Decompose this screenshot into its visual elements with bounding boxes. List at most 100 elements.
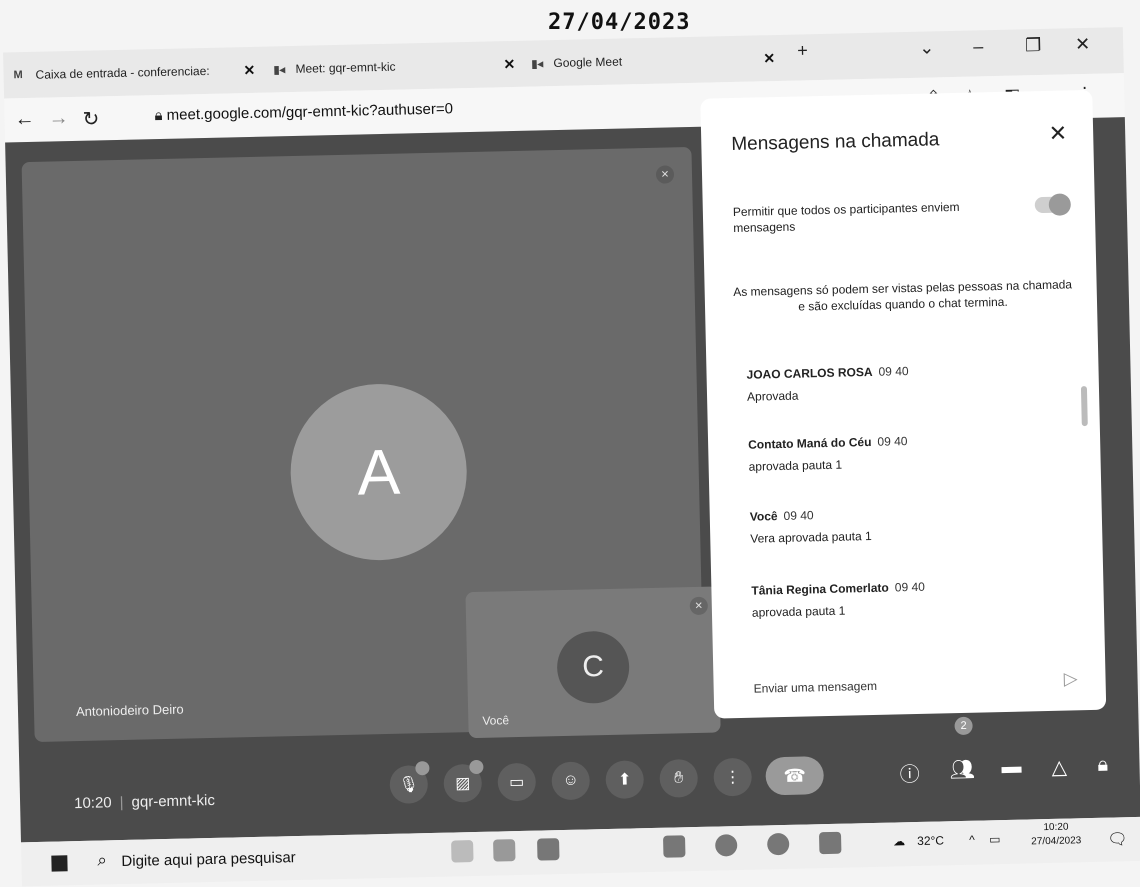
more-options-button[interactable]: ⋮ (713, 757, 753, 797)
tab-meet[interactable]: ▮◂ Meet: gqr-emnt-kic ✕ (273, 52, 515, 85)
close-icon[interactable]: ✕ (1075, 34, 1091, 55)
people-icon[interactable]: 👥︎ (949, 757, 975, 783)
message-text: Vera aprovada pauta 1 (750, 528, 872, 546)
clock-date: 27/04/2023 (1031, 835, 1082, 848)
chrome-icon[interactable] (766, 832, 790, 856)
weather-icon: ☁︎ (893, 834, 906, 849)
search-icon: ⌕ (97, 850, 108, 870)
chevron-up-icon[interactable]: ^ (969, 833, 975, 847)
edge-icon[interactable] (714, 834, 738, 857)
close-tab-icon[interactable]: ✕ (503, 55, 515, 72)
network-icon[interactable]: ▭ (989, 832, 1001, 846)
present-button[interactable]: ⬆ (605, 760, 645, 800)
meet-area: ✕ A Antoniodeiro Deiro ✕ C Você Mensagen… (5, 89, 1140, 843)
chat-message: JOAO CARLOS ROSA 09 40 Aprovada (746, 364, 909, 404)
tab-google-meet[interactable]: ▮◂ Google Meet ✕ (531, 46, 775, 78)
captions-icon: ▭ (509, 773, 525, 792)
mic-off-icon: ✕ (655, 165, 675, 184)
captions-button[interactable]: ▭ (497, 762, 537, 802)
phone-icon: ☎︎ (783, 765, 807, 786)
warning-badge (415, 761, 430, 776)
restore-icon[interactable]: ❐ (1025, 35, 1042, 56)
tab-label: Google Meet (553, 54, 623, 71)
meet-icon: ▮◂ (531, 58, 544, 71)
message-text: Aprovada (746, 388, 799, 404)
reload-icon[interactable]: ↻ (82, 106, 99, 131)
people-count-badge: 2 (954, 716, 973, 736)
chat-message: Contato Maná do Céu 09 40 aprovada pauta … (748, 434, 908, 474)
emoji-icon: ☺ (562, 771, 580, 790)
mic-off-icon: 🎙︎ (398, 776, 420, 794)
tab-label: Caixa de entrada - conferenciae: (35, 63, 210, 82)
message-text: aprovada pauta 1 (751, 603, 846, 620)
tab-label: Meet: gqr-emnt-kic (295, 59, 396, 76)
file-explorer-icon[interactable] (493, 839, 516, 862)
back-icon[interactable]: ← (14, 108, 35, 131)
task-view-icon[interactable] (451, 840, 474, 863)
participant-name: Antoniodeiro Deiro (75, 701, 184, 720)
participant-name: Você (482, 713, 510, 728)
chat-message: Você 09 40 Vera aprovada pauta 1 (749, 507, 872, 546)
camera-off-icon: ▨ (455, 775, 471, 793)
mic-button[interactable]: 🎙︎ (389, 761, 430, 804)
chat-message: Tânia Regina Comerlato 09 40 aprovada pau… (751, 580, 925, 620)
chat-info: As mensagens só podem ser vistas pelas p… (733, 277, 1073, 314)
activities-icon[interactable]: △ (1051, 755, 1067, 780)
meet-icon: ▮◂ (273, 64, 286, 77)
meeting-time: 10:20 (73, 794, 112, 813)
participant-tile-self: ✕ C Você (465, 586, 721, 739)
gmail-icon: M (13, 69, 23, 82)
message-sender: Tânia Regina Comerlato (751, 580, 889, 598)
hand-icon: ✋︎ (673, 769, 684, 787)
chevron-down-icon[interactable]: ⌄ (919, 37, 935, 58)
url-field[interactable]: 🔒︎ meet.google.com/gqr-emnt-kic?authuser… (154, 100, 453, 124)
present-icon: ⬆ (617, 771, 632, 789)
windows-icon[interactable] (51, 855, 68, 872)
warning-badge (469, 759, 484, 775)
chat-title: Mensagens na chamada (731, 129, 940, 156)
more-icon: ⋮ (724, 768, 741, 787)
close-icon[interactable]: ✕ (1048, 120, 1067, 146)
close-tab-icon[interactable]: ✕ (763, 50, 775, 67)
app-icon[interactable] (663, 835, 686, 858)
send-icon[interactable]: ▷ (1063, 668, 1077, 689)
message-time: 09 40 (894, 579, 925, 595)
message-sender: JOAO CARLOS ROSA (746, 364, 873, 382)
clock-time: 10:20 (1043, 821, 1069, 834)
notifications-icon[interactable]: 🗨︎ (1107, 829, 1128, 849)
temperature[interactable]: 32°C (917, 833, 944, 848)
host-controls-icon[interactable]: 🔒︎ (1097, 754, 1108, 777)
url-text: meet.google.com/gqr-emnt-kic?authuser=0 (166, 100, 454, 124)
avatar: C (556, 630, 630, 705)
message-input[interactable]: Enviar uma mensagem (754, 679, 878, 696)
hangup-button[interactable]: ☎︎ (765, 756, 825, 796)
forward-icon[interactable]: → (48, 107, 69, 130)
scrollbar[interactable] (1080, 386, 1088, 427)
separator: | (119, 793, 124, 812)
new-tab-icon[interactable]: + (797, 40, 808, 61)
app-icon[interactable] (537, 838, 560, 861)
lock-icon: 🔒︎ (154, 106, 167, 125)
message-time: 09 40 (878, 364, 909, 379)
tab-gmail[interactable]: M Caixa de entrada - conferenciae: ✕ (13, 56, 255, 90)
chat-icon[interactable]: ▬ (1001, 756, 1022, 779)
permission-toggle[interactable] (1034, 196, 1069, 214)
chat-panel: Mensagens na chamada ✕ Permitir que todo… (700, 89, 1107, 719)
taskbar-search[interactable]: Digite aqui para pesquisar (121, 849, 296, 870)
minimize-icon[interactable]: – (973, 36, 983, 57)
camera-button[interactable]: ▨ (443, 759, 484, 803)
word-icon[interactable] (818, 831, 842, 855)
message-text: aprovada pauta 1 (748, 457, 843, 474)
permission-label: Permitir que todos os participantes envi… (732, 199, 960, 236)
info-icon[interactable]: ⓘ (899, 758, 920, 787)
message-sender: Você (749, 509, 778, 524)
meeting-code: gqr-emnt-kic (131, 791, 216, 811)
screen: M Caixa de entrada - conferenciae: ✕ ▮◂ … (0, 0, 1140, 887)
message-time: 09 40 (877, 434, 908, 449)
message-sender: Contato Maná do Céu (747, 434, 872, 452)
emoji-button[interactable]: ☺ (551, 761, 591, 801)
message-time: 09 40 (783, 508, 814, 523)
raise-hand-button[interactable]: ✋︎ (659, 758, 699, 798)
close-tab-icon[interactable]: ✕ (243, 61, 255, 78)
taskbar-clock[interactable]: 10:20 27/04/2023 (1031, 820, 1082, 849)
